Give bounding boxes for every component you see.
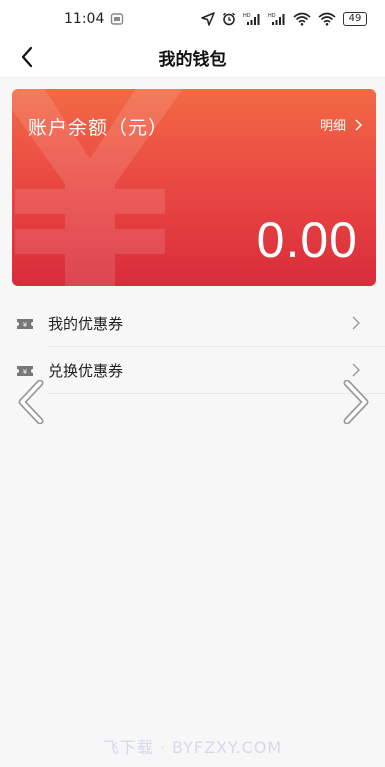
wallet-balance-card: 账户余额（元） 明细 0.00 [12,89,376,286]
battery-indicator: 49 [343,12,367,26]
signal-icon-2: HD [268,13,285,25]
notification-icon [111,13,124,25]
status-time: 11:04 [64,11,105,27]
menu-item-label: 我的优惠券 [48,315,124,333]
wifi-icon-2 [318,12,336,26]
site-watermark: 飞下载 · BYFZXY.COM [102,738,283,757]
chevron-right-icon [352,363,360,377]
chevron-right-icon [352,316,360,330]
status-bar: 11:04 HD HD 49 [0,0,385,38]
wifi-icon [293,12,311,26]
previous-arrow-icon[interactable] [16,380,46,424]
next-arrow-icon[interactable] [341,380,371,424]
divider [48,393,385,394]
menu-item-my-coupons[interactable]: ¥ 我的优惠券 [0,300,385,347]
balance-label: 账户余额（元） [28,117,169,139]
app-header: 我的钱包 [0,38,385,78]
svg-text:HD: HD [268,13,276,19]
menu-item-redeem-coupon[interactable]: ¥ 兑换优惠券 [0,347,385,394]
balance-amount: 0.00 [256,212,358,268]
alarm-icon [223,12,235,26]
coupon-menu: ¥ 我的优惠券 ¥ 兑换优惠券 [0,300,385,394]
chevron-left-icon [21,46,33,68]
menu-item-label: 兑换优惠券 [48,362,124,380]
svg-text:¥: ¥ [23,321,28,329]
detail-link-label: 明细 [319,119,346,134]
signal-icon: HD [243,13,260,25]
detail-link[interactable]: 明细 [320,115,362,134]
chevron-right-icon [355,118,362,131]
svg-text:HD: HD [243,13,251,19]
location-icon [201,12,215,26]
back-button[interactable] [12,42,42,72]
coupon-icon: ¥ [17,318,33,329]
svg-text:¥: ¥ [23,368,28,376]
coupon-icon: ¥ [17,365,33,376]
page-title: 我的钱包 [158,50,227,70]
